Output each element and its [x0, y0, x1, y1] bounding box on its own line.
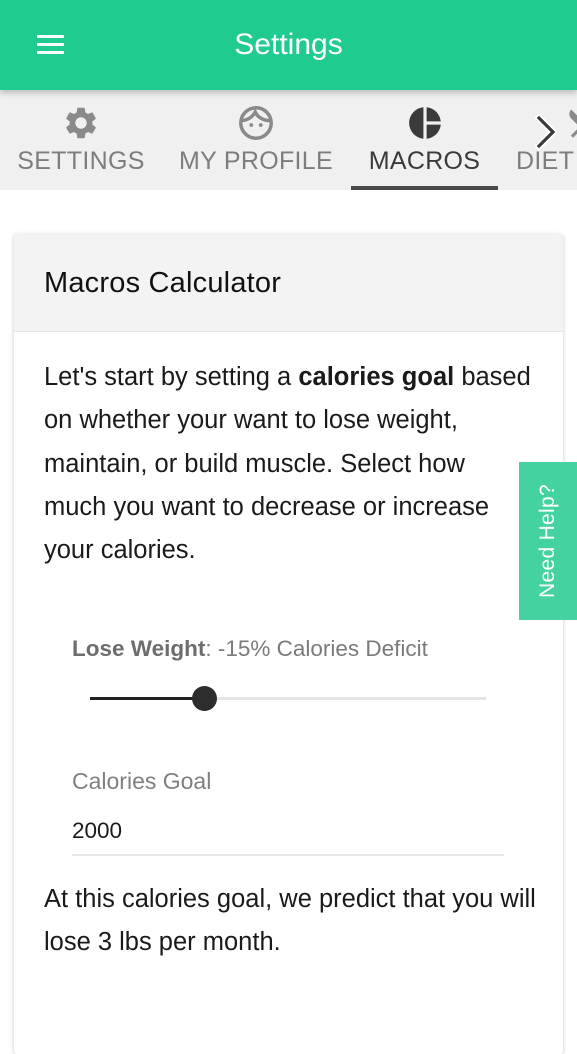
tab-macros[interactable]: MACROS [351, 90, 498, 190]
slider-thumb[interactable] [192, 686, 218, 711]
prediction-text: At this calories goal, we predict that y… [44, 885, 536, 957]
tab-settings[interactable]: SETTINGS [8, 90, 154, 190]
pie-chart-icon [408, 107, 441, 139]
slider-label-goal: Lose Weight [72, 636, 206, 661]
intro-text: Let's start by setting a calories goal b… [44, 356, 534, 572]
calories-goal-label: Calories Goal [72, 768, 212, 794]
intro-highlight: calories goal [298, 363, 455, 391]
chevron-right-icon[interactable] [528, 110, 564, 154]
intro-text-part: Let's start by setting a [44, 363, 299, 391]
tab-my-profile[interactable]: MY PROFILE [172, 90, 340, 190]
calories-goal-input[interactable] [72, 808, 504, 856]
card-header: Macros Calculator [14, 234, 563, 332]
slider-label: Lose Weight: -15% Calories Deficit [72, 634, 428, 664]
active-tab-indicator [351, 186, 498, 190]
need-help-label: Need Help? [536, 484, 559, 598]
tab-bar: SETTINGS MY PROFILE MACROS DIET [0, 90, 577, 190]
gear-icon [66, 107, 96, 139]
macros-calculator-card: Macros Calculator Let's start by setting… [14, 234, 563, 1054]
fork-knife-icon [569, 109, 577, 138]
card-title: Macros Calculator [44, 267, 282, 299]
slider-label-detail: : -15% Calories Deficit [205, 636, 428, 661]
face-icon [239, 106, 273, 140]
need-help-button[interactable]: Need Help? [519, 462, 577, 620]
tab-label: MACROS [368, 147, 481, 175]
tab-label: MY PROFILE [179, 147, 333, 175]
slider-fill [90, 697, 205, 700]
calorie-adjustment-slider[interactable] [90, 686, 486, 711]
tab-label: SETTINGS [17, 147, 145, 175]
intro-text-part: based on whether your want to lose weigh… [44, 363, 531, 565]
app-bar: Settings [0, 0, 577, 90]
page-title: Settings [234, 28, 343, 61]
